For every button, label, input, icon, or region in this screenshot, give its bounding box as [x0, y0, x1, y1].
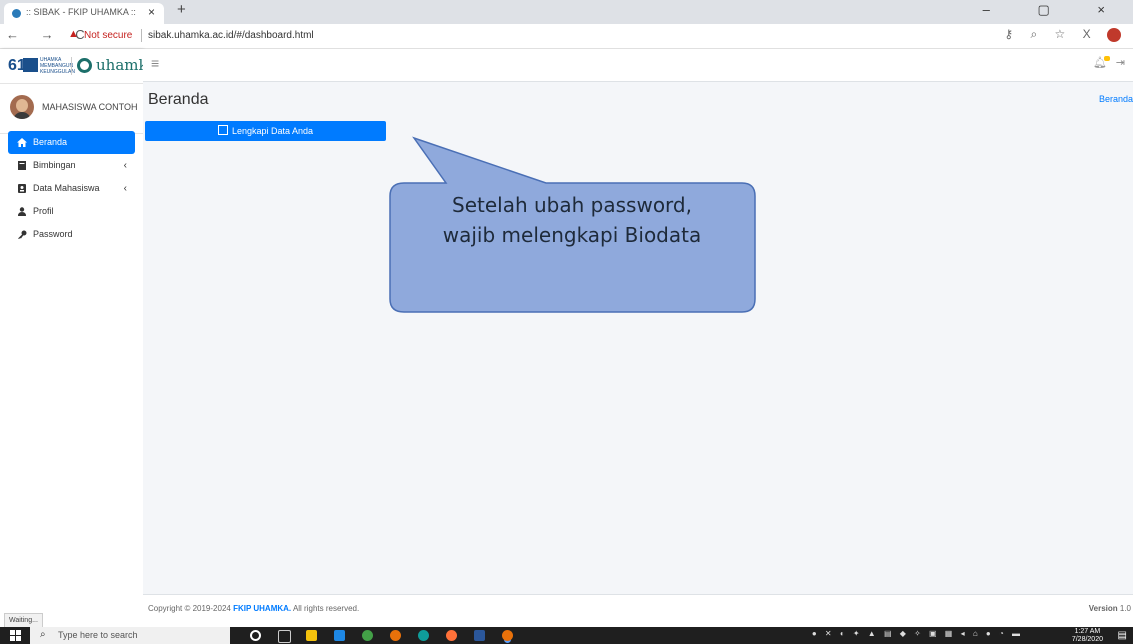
- logo-divider: [71, 57, 72, 75]
- avatar: [10, 95, 34, 119]
- not-secure-label[interactable]: Not secure: [84, 30, 132, 41]
- copyright-text: Copyright © 2019-2024 FKIP UHAMKA. All r…: [148, 604, 359, 613]
- clock-time: 1:27 AM: [1074, 628, 1101, 635]
- fill-data-button[interactable]: Lengkapi Data Anda: [145, 121, 386, 141]
- task-view-icon[interactable]: [278, 630, 291, 643]
- sidebar-menu: Beranda Bimbingan ‹ Data Mahasiswa ‹ Pro…: [8, 131, 135, 246]
- sidebar-item-label: Bimbingan: [33, 160, 76, 170]
- sidebar-item-label: Profil: [33, 206, 54, 216]
- brand-logo[interactable]: 61 UHAMKA MEMBANGUN KEUNGGULAN uhamka: [0, 49, 157, 84]
- user-panel[interactable]: MAHASISWA CONTOH: [0, 83, 143, 134]
- browser-status-bubble: Waiting...: [4, 613, 43, 628]
- taskbar: ⌕ Type here to search ● ✕ ◐ ✦ ▲ ▤ ◆ ✧ ▣ …: [0, 627, 1133, 644]
- hamburger-menu-icon[interactable]: ≡: [151, 55, 159, 71]
- page-title: Beranda: [148, 91, 209, 108]
- sidebar-item-label: Password: [33, 229, 73, 239]
- callout-line-1: Setelah ubah password,: [452, 193, 692, 217]
- system-tray-icons[interactable]: ● ✕ ◐ ✦ ▲ ▤ ◆ ✧ ▣ ▦ ◂ ⌂ ● ◔ ▬: [812, 629, 1023, 638]
- sidebar-item-data-mahasiswa[interactable]: Data Mahasiswa ‹: [8, 177, 135, 200]
- omnibox-divider: [141, 29, 142, 42]
- firefox-icon[interactable]: [446, 630, 457, 641]
- version-label: Version: [1088, 604, 1118, 613]
- book-icon: [18, 161, 26, 171]
- omnibox[interactable]: ▲ Not secure sibak.uhamka.ac.id/#/dashbo…: [68, 28, 998, 45]
- edit-icon: [217, 125, 228, 135]
- chrome-active-icon[interactable]: [502, 630, 513, 641]
- new-tab-button[interactable]: +: [177, 1, 186, 18]
- store-icon[interactable]: [334, 630, 345, 641]
- sidebar-item-profil[interactable]: Profil: [8, 200, 135, 223]
- edge-icon[interactable]: [418, 630, 429, 641]
- cortana-icon[interactable]: [250, 630, 261, 641]
- logo-number: 61: [8, 57, 26, 74]
- sidebar-item-bimbingan[interactable]: Bimbingan ‹: [8, 154, 135, 177]
- browser-tab-bar: :: SIBAK - FKIP UHAMKA :: × + – ▢ ×: [0, 0, 1133, 24]
- search-icon: ⌕: [40, 629, 46, 640]
- notification-badge: [1104, 56, 1110, 61]
- version-text: Version 1.0: [1089, 604, 1131, 613]
- sidebar-item-beranda[interactable]: Beranda: [8, 131, 135, 154]
- chevron-left-icon: ‹: [123, 183, 127, 194]
- user-name[interactable]: MAHASISWA CONTOH: [42, 102, 138, 112]
- logout-icon[interactable]: ⇥: [1116, 56, 1125, 69]
- taskbar-search-placeholder: Type here to search: [58, 630, 138, 640]
- footer: Copyright © 2019-2024 FKIP UHAMKA. All r…: [143, 594, 1133, 628]
- app-icon[interactable]: [362, 630, 373, 641]
- user-icon: [18, 207, 26, 217]
- clock-date: 7/28/2020: [1071, 636, 1103, 643]
- id-card-icon: [18, 184, 26, 194]
- copyright-prefix: Copyright © 2019-2024: [148, 604, 231, 613]
- sidebar-item-label: Beranda: [33, 137, 68, 147]
- taskbar-clock[interactable]: 1:27 AM 7/28/2020: [1072, 628, 1103, 644]
- logo-caption: UHAMKA MEMBANGUN KEUNGGULAN: [40, 57, 76, 75]
- fill-data-button-label: Lengkapi Data Anda: [231, 126, 314, 136]
- chrome-icon[interactable]: [390, 630, 401, 641]
- copyright-org-link[interactable]: FKIP UHAMKA.: [233, 604, 291, 613]
- taskbar-search[interactable]: ⌕ Type here to search: [30, 627, 230, 644]
- url-text[interactable]: sibak.uhamka.ac.id/#/dashboard.html: [148, 30, 314, 41]
- action-center-icon[interactable]: ▤: [1118, 630, 1127, 641]
- home-icon: [17, 138, 27, 148]
- uhamka-emblem-icon: [77, 58, 92, 73]
- warning-icon: ▲: [68, 28, 79, 40]
- word-icon[interactable]: [474, 630, 485, 641]
- sidebar-item-label: Data Mahasiswa: [33, 183, 100, 193]
- file-explorer-icon[interactable]: [306, 630, 317, 641]
- windows-start-icon[interactable]: [10, 630, 21, 641]
- browser-tab[interactable]: :: SIBAK - FKIP UHAMKA :: ×: [4, 3, 164, 24]
- chevron-left-icon: ‹: [123, 160, 127, 171]
- callout-line-2: wajib melengkapi Biodata: [442, 223, 702, 247]
- breadcrumb[interactable]: Beranda: [1099, 94, 1133, 104]
- version-number: 1.0: [1119, 604, 1131, 613]
- tab-close-button[interactable]: ×: [148, 5, 155, 19]
- favicon-icon: [12, 9, 21, 18]
- top-navbar: ≡ 🔔︎ ⇥: [143, 49, 1133, 82]
- tab-title: :: SIBAK - FKIP UHAMKA ::: [26, 7, 136, 17]
- key-icon: [18, 230, 27, 240]
- copyright-suffix: All rights reserved.: [292, 604, 360, 613]
- sidebar-item-password[interactable]: Password: [8, 223, 135, 246]
- profile-avatar-icon[interactable]: [1107, 28, 1121, 42]
- window-controls[interactable]: – ▢ ×: [983, 2, 1127, 18]
- callout-text: Setelah ubah password, wajib melengkapi …: [390, 190, 754, 250]
